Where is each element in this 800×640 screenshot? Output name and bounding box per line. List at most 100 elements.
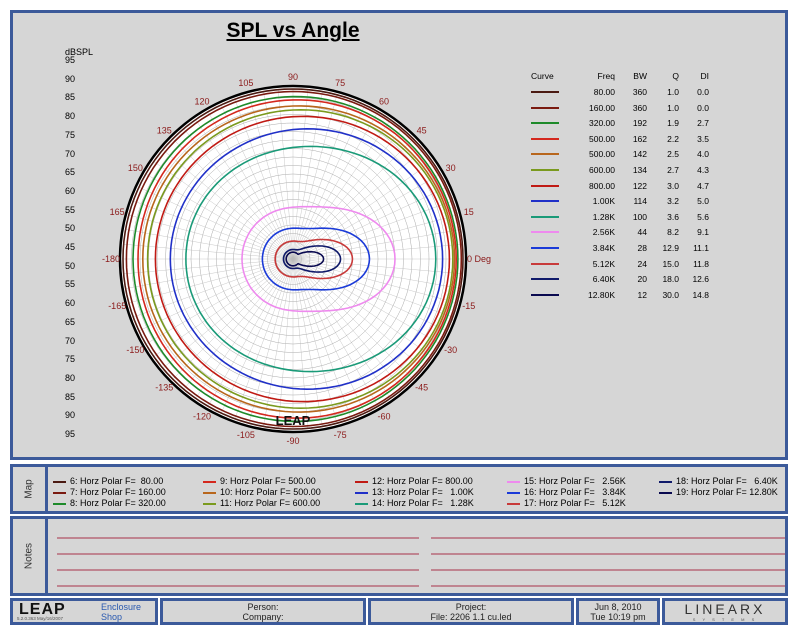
map-legend-item[interactable]: 6: Horz Polar F= 80.00 bbox=[53, 476, 166, 487]
angle-label: 15 bbox=[464, 207, 474, 217]
map-legend-item[interactable]: 10: Horz Polar F= 500.00 bbox=[203, 487, 321, 498]
map-legend-item[interactable]: 8: Horz Polar F= 320.00 bbox=[53, 498, 166, 509]
map-legend-column: 9: Horz Polar F= 500.00 10: Horz Polar F=… bbox=[203, 476, 321, 509]
y-axis-label: 55 bbox=[64, 204, 75, 215]
curve-table-cell: 320.00 bbox=[589, 118, 615, 129]
map-legend-label: 8: Horz Polar F= 320.00 bbox=[70, 498, 166, 508]
angle-label: -105 bbox=[237, 430, 255, 440]
map-legend-item[interactable]: 11: Horz Polar F= 600.00 bbox=[203, 498, 321, 509]
datetime-box: Jun 8, 2010 Tue 10:19 pm bbox=[576, 598, 660, 625]
curve-table-header-cell: Q bbox=[672, 71, 679, 81]
curve-color-swatch bbox=[531, 153, 559, 156]
curve-table-row: 320.00 192 1.9 2.7 bbox=[513, 118, 733, 134]
map-legend-column: 15: Horz Polar F= 2.56K 16: Horz Polar F=… bbox=[507, 476, 626, 509]
curve-table-cell: 2.7 bbox=[667, 164, 679, 175]
map-legend-item[interactable]: 17: Horz Polar F= 5.12K bbox=[507, 498, 626, 509]
angle-label: 150 bbox=[128, 163, 143, 173]
curve-color-swatch bbox=[531, 278, 559, 281]
angle-label: -90 bbox=[286, 436, 299, 446]
person-label: Person: bbox=[247, 602, 279, 612]
curve-table-header-cell: Freq bbox=[597, 71, 615, 81]
curve-table-cell: 2.56K bbox=[592, 227, 615, 238]
curve-table-cell: 1.00K bbox=[592, 196, 615, 207]
curve-table-cell: 5.6 bbox=[697, 211, 709, 222]
y-axis-label: 45 bbox=[64, 242, 75, 252]
map-legend-item[interactable]: 14: Horz Polar F= 1.28K bbox=[355, 498, 474, 509]
curve-color-swatch bbox=[531, 231, 559, 234]
angle-label: -150 bbox=[126, 345, 144, 355]
curve-table-cell: 122 bbox=[632, 180, 647, 191]
angle-label: 165 bbox=[110, 207, 125, 217]
project-label: Project: bbox=[455, 602, 487, 612]
map-legend-swatch bbox=[53, 502, 66, 505]
y-axis-label: 60 bbox=[64, 185, 75, 196]
map-legend-item[interactable]: 12: Horz Polar F= 800.00 bbox=[355, 476, 474, 487]
map-legend-item[interactable]: 18: Horz Polar F= 6.40K bbox=[659, 476, 778, 487]
angle-label: -60 bbox=[377, 412, 390, 422]
map-legend-swatch bbox=[659, 491, 672, 494]
curve-table-cell: 0.0 bbox=[697, 87, 709, 97]
curve-table-cell: 8.2 bbox=[667, 227, 679, 238]
curve-table-cell: 3.5 bbox=[697, 133, 709, 144]
curve-table: Curve Freq BW Q DI 80.00 360 1.0 0.0 160.00 360 1.0… bbox=[513, 71, 733, 305]
app-name-line2: Shop bbox=[101, 612, 123, 622]
curve-color-swatch bbox=[531, 91, 559, 93]
curve-table-row: 3.84K 28 12.9 11.1 bbox=[513, 243, 733, 259]
curve-table-cell: 1.0 bbox=[667, 102, 679, 113]
app-logo-box: LEAP 5.2.0.363 May/16/2007 Enclosure Sho… bbox=[10, 598, 158, 625]
y-axis-label: 90 bbox=[64, 410, 75, 421]
map-legend-item[interactable]: 16: Horz Polar F= 3.84K bbox=[507, 487, 626, 498]
company-label: Company: bbox=[242, 612, 284, 622]
y-axis-label: 50 bbox=[64, 223, 75, 234]
map-legend-swatch bbox=[355, 491, 368, 494]
curve-table-cell: 1.28K bbox=[592, 211, 615, 222]
map-legend-label: 11: Horz Polar F= 600.00 bbox=[220, 498, 321, 508]
curve-table-cell: 9.1 bbox=[697, 227, 709, 238]
curve-table-cell: 4.3 bbox=[697, 164, 709, 175]
curve-table-cell: 30.0 bbox=[662, 289, 679, 300]
angle-label: 75 bbox=[335, 78, 345, 88]
y-axis-label: 65 bbox=[64, 167, 75, 178]
curve-table-row: 800.00 122 3.0 4.7 bbox=[513, 181, 733, 197]
map-panel: Map 6: Horz Polar F= 80.00 7: Horz Polar … bbox=[10, 464, 788, 514]
curve-table-cell: 162 bbox=[632, 133, 647, 144]
curve-table-cell: 12.6 bbox=[692, 274, 709, 285]
y-axis-label: 90 bbox=[64, 73, 75, 84]
map-legend-item[interactable]: 19: Horz Polar F= 12.80K bbox=[659, 487, 778, 498]
curve-table-header: Curve Freq BW Q DI bbox=[513, 71, 733, 87]
curve-table-cell: 360 bbox=[632, 87, 647, 97]
curve-table-cell: 6.40K bbox=[592, 274, 615, 285]
person-box: Person: Company: bbox=[160, 598, 366, 625]
curve-color-swatch bbox=[531, 200, 559, 203]
curve-table-cell: 24 bbox=[637, 258, 647, 269]
chart-panel: SPL vs Angle dBSPL 95 90 85 80 75 70 65 60 55 50 4… bbox=[10, 10, 788, 460]
map-legend-item[interactable]: 9: Horz Polar F= 500.00 bbox=[203, 476, 321, 487]
curve-table-row: 500.00 142 2.5 4.0 bbox=[513, 149, 733, 165]
map-legend-swatch bbox=[53, 480, 66, 483]
angle-label: -120 bbox=[193, 412, 211, 422]
map-legend-label: 7: Horz Polar F= 160.00 bbox=[70, 487, 166, 497]
curve-table-cell: 2.2 bbox=[667, 133, 679, 144]
map-legend-swatch bbox=[507, 491, 520, 494]
y-axis-label: 70 bbox=[64, 148, 75, 159]
map-legend-swatch bbox=[355, 480, 368, 483]
curve-table-cell: 14.8 bbox=[692, 289, 709, 300]
map-legend-column: 18: Horz Polar F= 6.40K 19: Horz Polar F=… bbox=[659, 476, 778, 498]
curve-table-cell: 11.8 bbox=[693, 258, 709, 269]
map-legend-label: 14: Horz Polar F= 1.28K bbox=[372, 498, 474, 508]
curve-table-cell: 12 bbox=[637, 289, 647, 300]
curve-table-cell: 11.1 bbox=[693, 242, 709, 253]
map-legend-label: 12: Horz Polar F= 800.00 bbox=[372, 476, 473, 486]
watermark-logo: LEAP bbox=[276, 413, 311, 428]
curve-table-row: 80.00 360 1.0 0.0 bbox=[513, 87, 733, 103]
map-legend-item[interactable]: 15: Horz Polar F= 2.56K bbox=[507, 476, 626, 487]
angle-label: 135 bbox=[157, 125, 172, 135]
curve-table-cell: 3.0 bbox=[667, 180, 679, 191]
map-legend-item[interactable]: 13: Horz Polar F= 1.00K bbox=[355, 487, 474, 498]
map-legend-item[interactable]: 7: Horz Polar F= 160.00 bbox=[53, 487, 166, 498]
angle-label: 60 bbox=[379, 96, 389, 106]
curve-table-cell: 80.00 bbox=[593, 87, 615, 97]
angle-label: 105 bbox=[238, 78, 253, 88]
curve-color-swatch bbox=[531, 215, 559, 218]
map-legend-swatch bbox=[507, 502, 520, 505]
